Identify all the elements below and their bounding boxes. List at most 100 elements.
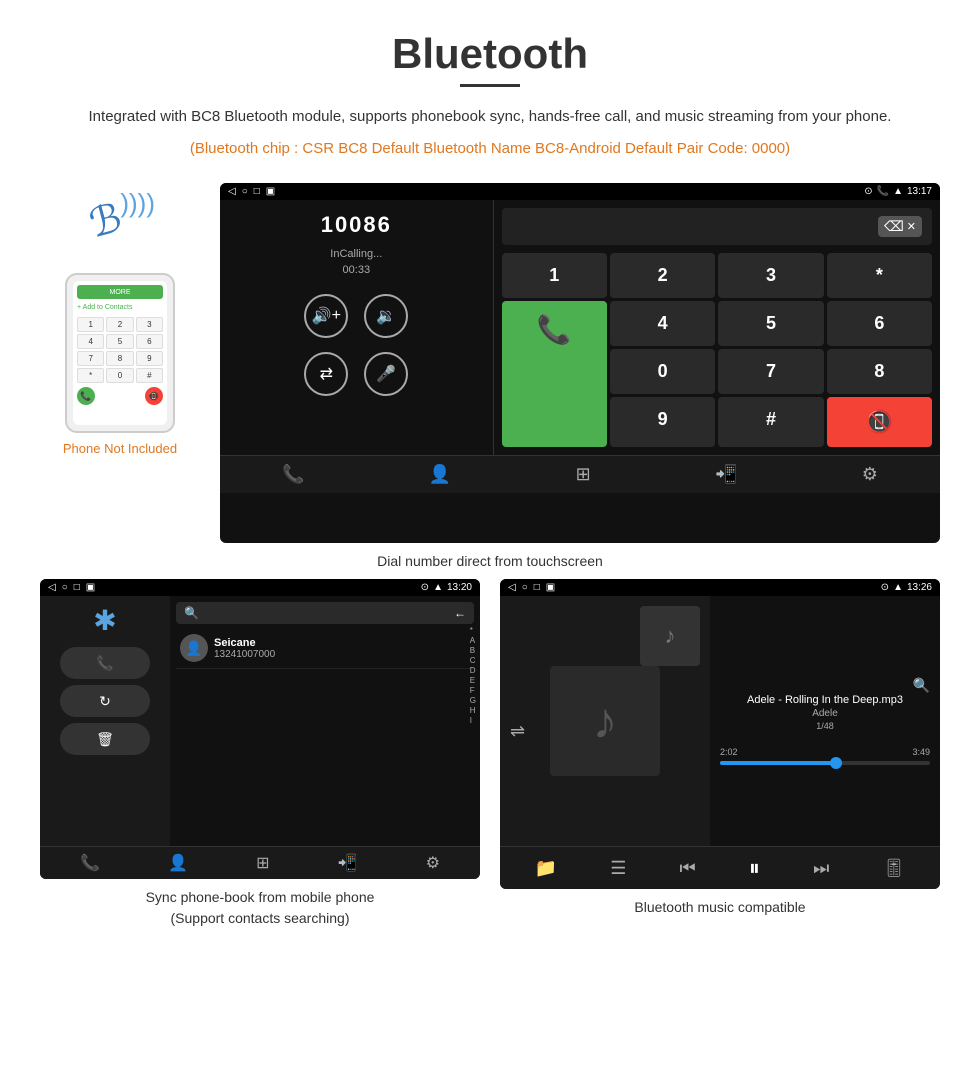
music-eq-icon[interactable]: 🎚 — [883, 858, 906, 879]
music-time: 13:26 — [907, 582, 932, 593]
contacts-home-icon[interactable]: ○ — [62, 582, 68, 593]
bluetooth-icon-area: )))) ℬ — [80, 183, 160, 263]
keypad-end-button[interactable]: 📵 — [827, 397, 932, 447]
title-underline — [460, 84, 520, 87]
contacts-phone-pill[interactable]: 📞 — [60, 647, 150, 679]
total-time: 3:49 — [912, 747, 930, 757]
dial-call-status: InCalling... — [330, 248, 382, 260]
clear-x-icon: ✕ — [907, 220, 916, 233]
keypad-call-button[interactable]: 📞 — [502, 301, 607, 447]
dial-right-panel: ⌫ ✕ 1 2 3 * 📞 4 5 6 — [494, 200, 940, 455]
music-play-pause-icon[interactable]: ⏸ — [749, 855, 760, 881]
contacts-back-icon[interactable]: ◁ — [48, 582, 56, 593]
keypad-star[interactable]: * — [827, 253, 932, 298]
music-screenshot-icon[interactable]: ▣ — [546, 582, 555, 593]
contact-entry-1[interactable]: 👤 Seicane 13241007000 — [176, 628, 474, 669]
music-prev-icon[interactable]: ⏮ — [680, 858, 696, 879]
contacts-screenshot-icon[interactable]: ▣ — [86, 582, 95, 593]
contacts-back-arrow[interactable]: ← — [454, 606, 466, 620]
transfer-button[interactable]: ⇄ — [304, 352, 348, 396]
contacts-signal-icon: ▲ — [433, 582, 443, 593]
phone-key-9[interactable]: 9 — [136, 351, 163, 366]
phone-call-button[interactable]: 📞 — [77, 387, 95, 405]
contacts-bt-icon: ✱ — [93, 604, 116, 637]
volume-down-button[interactable]: 🔉 — [364, 294, 408, 338]
keypad-4[interactable]: 4 — [610, 301, 715, 346]
keypad-1[interactable]: 1 — [502, 253, 607, 298]
contacts-caption: Sync phone-book from mobile phone(Suppor… — [40, 887, 480, 929]
phone-end-button[interactable]: 📵 — [145, 387, 163, 405]
music-next-icon[interactable]: ⏭ — [813, 858, 829, 879]
keypad-9[interactable]: 9 — [610, 397, 715, 447]
keypad-7[interactable]: 7 — [718, 349, 823, 394]
volume-up-button[interactable]: 🔊+ — [304, 294, 348, 338]
screenshot-icon[interactable]: ▣ — [266, 186, 275, 197]
music-list-icon[interactable]: ☰ — [610, 858, 626, 879]
keypad-grid: 1 2 3 * 📞 4 5 6 0 7 8 9 # — [502, 253, 932, 447]
contacts-status-left: ◁ ○ □ ▣ — [48, 582, 95, 593]
shuffle-icon[interactable]: ⇌ — [510, 721, 525, 742]
volume-up-icon: 🔊 — [312, 306, 332, 326]
contacts-nav-transfer[interactable]: 📲 — [338, 853, 358, 873]
phone-key-7[interactable]: 7 — [77, 351, 104, 366]
music-caption: Bluetooth music compatible — [500, 897, 940, 918]
keypad-2[interactable]: 2 — [610, 253, 715, 298]
contacts-delete-pill[interactable]: 🗑 — [60, 723, 150, 755]
back-nav-icon[interactable]: ◁ — [228, 186, 236, 197]
dial-bottom-nav: 📞 👤 ⊞ 📲 ⚙ — [220, 455, 940, 493]
phone-key-4[interactable]: 4 — [77, 334, 104, 349]
keypad-5[interactable]: 5 — [718, 301, 823, 346]
phone-key-1[interactable]: 1 — [77, 317, 104, 332]
nav-contacts-icon[interactable]: 👤 — [429, 464, 451, 485]
contacts-recent-icon[interactable]: □ — [74, 582, 80, 593]
keypad-3[interactable]: 3 — [718, 253, 823, 298]
main-section: )))) ℬ MORE + Add to Contacts 1 2 3 4 5 — [40, 183, 940, 543]
dial-status-bar: ◁ ○ □ ▣ ⊙ 📞 ▲ 13:17 — [220, 183, 940, 200]
contacts-sync-pill[interactable]: ↻ — [60, 685, 150, 717]
home-nav-icon[interactable]: ○ — [242, 186, 248, 197]
wifi-waves-icon: )))) — [120, 188, 155, 219]
progress-dot[interactable] — [830, 757, 842, 769]
keypad-hash[interactable]: # — [718, 397, 823, 447]
nav-transfer-icon[interactable]: 📲 — [715, 464, 737, 485]
clear-button[interactable]: ⌫ ✕ — [878, 216, 922, 237]
call-status-icon: 📞 — [877, 186, 889, 197]
music-folder-icon[interactable]: 📁 — [535, 858, 557, 879]
keypad-0[interactable]: 0 — [610, 349, 715, 394]
contacts-main: 🔍 ← 👤 Seicane 13241007000 * — [170, 596, 480, 846]
contacts-nav-grid[interactable]: ⊞ — [256, 853, 269, 873]
contacts-nav-person[interactable]: 👤 — [168, 853, 188, 873]
mic-button[interactable]: 🎤 — [364, 352, 408, 396]
album-art-main: ♪ — [550, 666, 660, 776]
phone-key-2[interactable]: 2 — [106, 317, 133, 332]
phone-key-hash[interactable]: # — [136, 368, 163, 383]
orange-note: (Bluetooth chip : CSR BC8 Default Blueto… — [40, 137, 940, 161]
music-recent-icon[interactable]: □ — [534, 582, 540, 593]
contacts-screenshot-item: ◁ ○ □ ▣ ⊙ ▲ 13:20 ✱ — [40, 579, 480, 929]
phone-key-5[interactable]: 5 — [106, 334, 133, 349]
transfer-icon: ⇄ — [320, 364, 333, 384]
nav-grid-icon[interactable]: ⊞ — [576, 464, 591, 485]
dial-buttons-row1: 🔊+ 🔉 — [300, 290, 412, 342]
phone-key-8[interactable]: 8 — [106, 351, 133, 366]
phone-key-3[interactable]: 3 — [136, 317, 163, 332]
phone-key-6[interactable]: 6 — [136, 334, 163, 349]
phone-key-0[interactable]: 0 — [106, 368, 133, 383]
music-back-icon[interactable]: ◁ — [508, 582, 516, 593]
nav-settings-icon[interactable]: ⚙ — [862, 464, 878, 485]
progress-bar-bg[interactable] — [720, 761, 930, 765]
music-home-icon[interactable]: ○ — [522, 582, 528, 593]
keypad-8[interactable]: 8 — [827, 349, 932, 394]
contacts-nav-phone[interactable]: 📞 — [80, 853, 100, 873]
song-title: Adele - Rolling In the Deep.mp3 — [720, 694, 930, 706]
recent-nav-icon[interactable]: □ — [254, 186, 260, 197]
contacts-status-bar: ◁ ○ □ ▣ ⊙ ▲ 13:20 — [40, 579, 480, 596]
nav-phone-icon[interactable]: 📞 — [282, 464, 304, 485]
keypad-6[interactable]: 6 — [827, 301, 932, 346]
contacts-search-bar[interactable]: 🔍 ← — [176, 602, 474, 624]
mic-icon: 🎤 — [376, 364, 396, 384]
music-search-icon[interactable]: 🔍 — [720, 677, 930, 694]
music-screenshot-item: ◁ ○ □ ▣ ⊙ ▲ 13:26 ⇌ — [500, 579, 940, 929]
phone-key-star[interactable]: * — [77, 368, 104, 383]
contacts-nav-settings[interactable]: ⚙ — [426, 853, 440, 873]
